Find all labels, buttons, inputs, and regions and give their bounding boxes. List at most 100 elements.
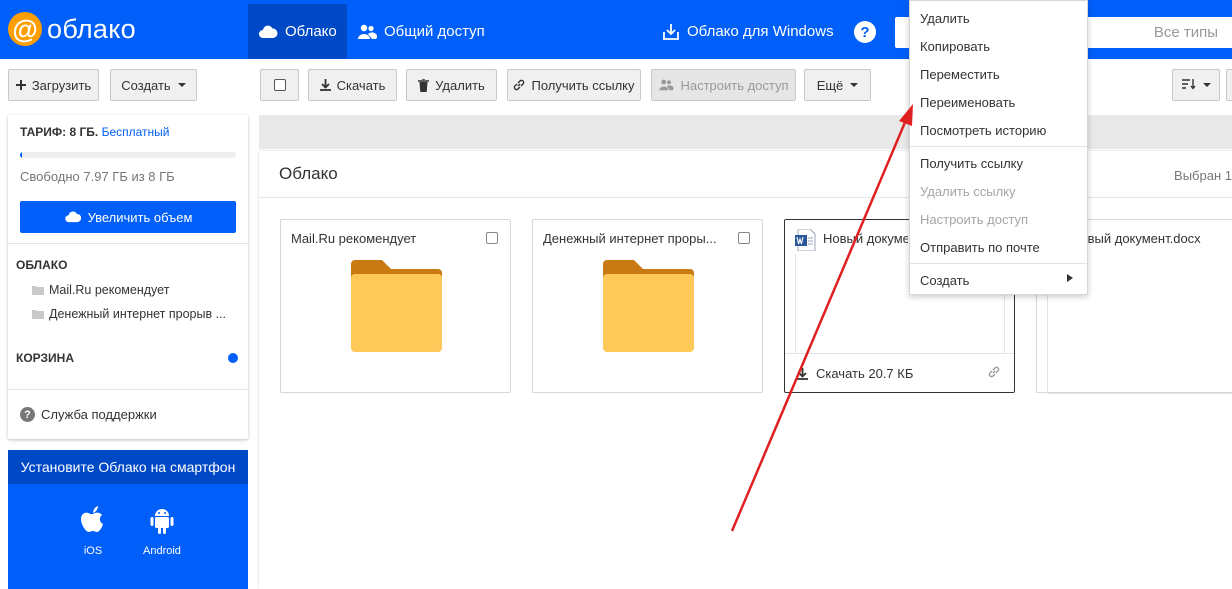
sort-button[interactable] [1172, 69, 1220, 101]
menu-item-copy[interactable]: Копировать [920, 39, 990, 54]
users-icon [357, 24, 377, 40]
tariff-info: ТАРИФ: 8 ГБ. Бесплатный [20, 125, 169, 139]
menu-item-remove-link[interactable]: Удалить ссылку [920, 184, 1016, 199]
logo[interactable]: @ облако [8, 12, 136, 46]
select-all-checkbox-button[interactable] [260, 69, 299, 101]
ios-label: iOS [83, 545, 103, 557]
chevron-right-icon [1067, 274, 1073, 282]
windows-app-label: Облако для Windows [687, 23, 834, 40]
increase-storage-button[interactable]: Увеличить объем [20, 201, 236, 233]
tab-shared-label: Общий доступ [384, 23, 485, 40]
file-card-folder[interactable]: Mail.Ru рекомендует [280, 219, 511, 393]
android-app-link[interactable]: Android [143, 505, 181, 557]
get-link-label: Получить ссылку [531, 77, 635, 93]
quota-bar [20, 152, 236, 158]
sidebar-item-money[interactable]: Денежный интернет прорыв ... [32, 307, 226, 321]
context-menu: Удалить Копировать Переместить Переимено… [909, 0, 1088, 295]
promo-title: Установите Облако на смартфон [8, 450, 248, 484]
card-download-link[interactable]: Скачать 20.7 КБ [797, 366, 913, 381]
apple-icon [80, 505, 106, 535]
folder-icon [351, 260, 442, 352]
tariff-plan-link[interactable]: Бесплатный [102, 125, 170, 139]
menu-divider [910, 263, 1087, 264]
sidebar-item-mailru[interactable]: Mail.Ru рекомендует [32, 283, 169, 297]
android-label: Android [143, 545, 181, 557]
folder-icon [603, 260, 694, 352]
card-checkbox[interactable] [738, 232, 750, 244]
more-label: Ещё [816, 77, 844, 93]
get-link-button[interactable]: Получить ссылку [507, 69, 641, 101]
tab-shared[interactable]: Общий доступ [347, 4, 495, 59]
plus-icon [15, 80, 26, 90]
support-link[interactable]: ? Служба поддержки [20, 407, 157, 422]
ios-app-link[interactable]: iOS [80, 505, 106, 557]
support-label: Служба поддержки [41, 407, 157, 422]
divider [8, 243, 248, 244]
more-button[interactable]: Ещё [804, 69, 871, 101]
quota-text: Свободно 7.97 ГБ из 8 ГБ [20, 169, 175, 184]
delete-label: Удалить [435, 77, 485, 93]
upload-button[interactable]: Загрузить [8, 69, 99, 101]
download-label: Скачать [336, 77, 386, 93]
sort-icon [1181, 78, 1196, 93]
upload-label: Загрузить [31, 77, 92, 93]
android-icon [149, 505, 175, 535]
card-footer: Скачать 20.7 КБ [785, 353, 1014, 393]
card-title: Новый документ.docx [1071, 231, 1201, 246]
menu-divider [910, 146, 1087, 147]
word-doc-icon [795, 229, 817, 251]
menu-item-history[interactable]: Посмотреть историю [920, 123, 1046, 138]
menu-item-rename[interactable]: Переименовать [920, 95, 1015, 110]
link-icon [513, 79, 525, 91]
view-toggle-button[interactable] [1226, 69, 1232, 101]
menu-item-create[interactable]: Создать [920, 273, 969, 288]
chevron-down-icon [1202, 83, 1211, 87]
download-icon [797, 367, 808, 380]
card-title: Mail.Ru рекомендует [291, 231, 417, 246]
download-box-icon [662, 23, 680, 41]
share-access-label: Настроить доступ [680, 77, 789, 93]
download-icon [319, 79, 331, 91]
section-trash[interactable]: КОРЗИНА [16, 351, 74, 365]
search-type-filter[interactable]: Все типы [1154, 24, 1218, 41]
card-title: Денежный интернет проры... [543, 231, 717, 246]
chevron-down-icon [177, 83, 186, 87]
windows-app-link[interactable]: Облако для Windows [652, 4, 844, 59]
tab-cloud-label: Облако [285, 23, 337, 40]
menu-item-get-link[interactable]: Получить ссылку [920, 156, 1023, 171]
chevron-down-icon [850, 83, 859, 87]
folder-icon [32, 309, 44, 319]
tab-cloud[interactable]: Облако [248, 4, 347, 59]
menu-item-access[interactable]: Настроить доступ [920, 212, 1028, 227]
menu-item-delete[interactable]: Удалить [920, 11, 970, 26]
cloud-icon [64, 211, 82, 223]
menu-item-move[interactable]: Переместить [920, 67, 1000, 82]
help-icon[interactable]: ? [854, 21, 876, 43]
link-icon[interactable] [988, 366, 1000, 378]
menu-item-send-mail[interactable]: Отправить по почте [920, 240, 1040, 255]
section-cloud[interactable]: ОБЛАКО [16, 258, 67, 272]
logo-text: облако [47, 13, 136, 44]
download-button[interactable]: Скачать [308, 69, 397, 101]
trash-icon [418, 78, 430, 92]
sidebar: ТАРИФ: 8 ГБ. Бесплатный Свободно 7.97 ГБ… [8, 115, 248, 439]
trash-indicator [228, 353, 238, 363]
folder-icon [32, 285, 44, 295]
tariff-label: ТАРИФ: 8 ГБ. [20, 125, 99, 139]
file-card-folder[interactable]: Денежный интернет проры... [532, 219, 763, 393]
selection-count: Выбран 1 [1174, 168, 1232, 183]
card-checkbox[interactable] [486, 232, 498, 244]
help-icon: ? [20, 407, 35, 422]
share-access-button[interactable]: Настроить доступ [651, 69, 796, 101]
cloud-icon [258, 25, 278, 39]
quota-fill [20, 152, 23, 158]
create-label: Создать [121, 77, 171, 93]
users-icon [658, 79, 675, 91]
sidebar-item-label: Mail.Ru рекомендует [49, 283, 170, 297]
divider [8, 389, 248, 390]
download-size: Скачать 20.7 КБ [816, 366, 914, 381]
delete-button[interactable]: Удалить [406, 69, 497, 101]
logo-at-icon: @ [8, 12, 42, 46]
create-button[interactable]: Создать [110, 69, 197, 101]
page-title: Облако [279, 164, 338, 183]
